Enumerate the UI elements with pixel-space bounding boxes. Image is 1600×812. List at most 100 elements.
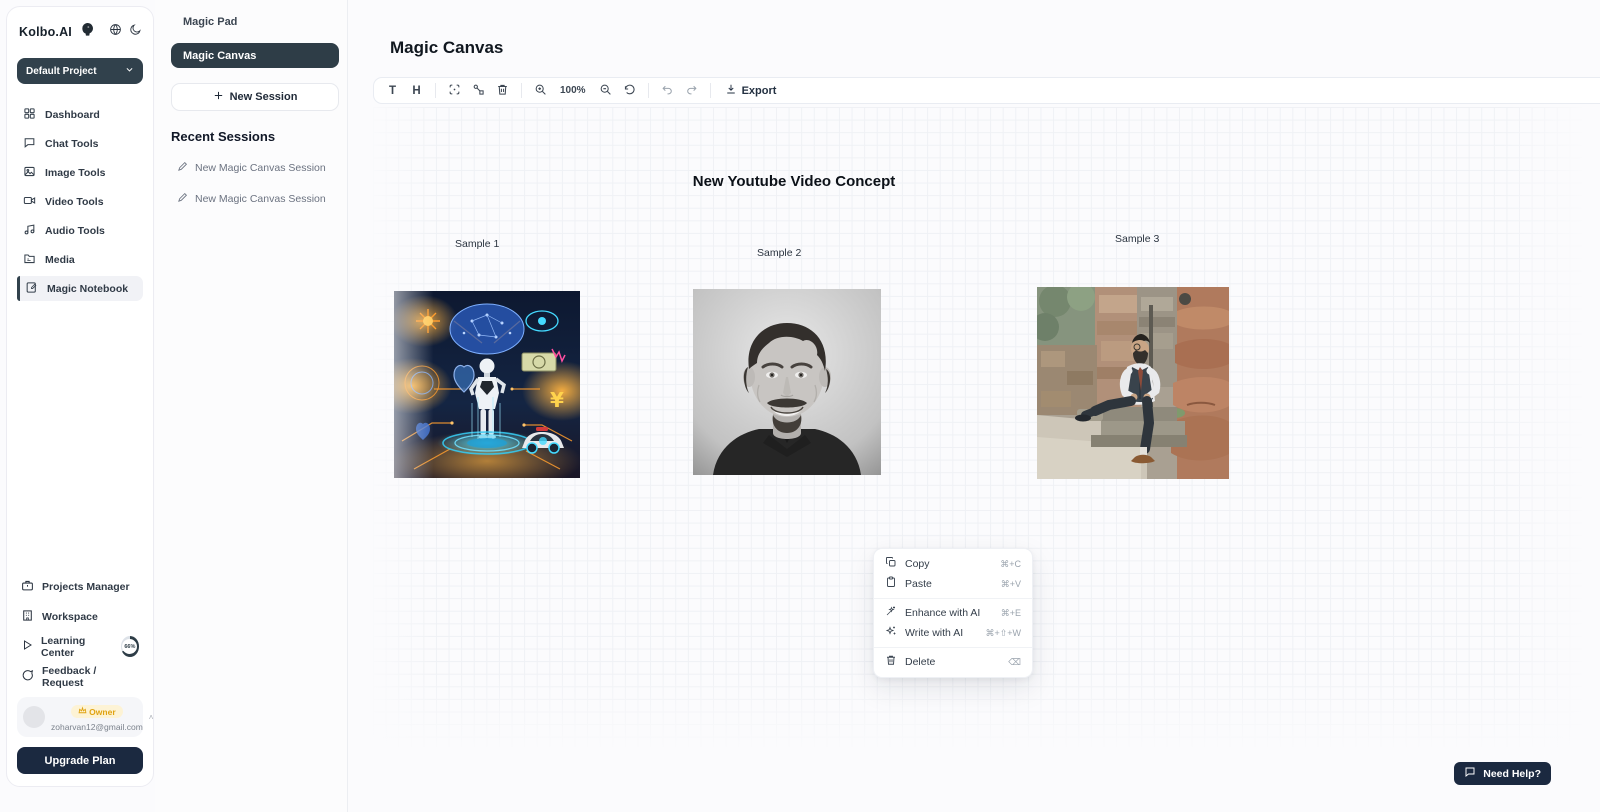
sidebar-item-audio-tools[interactable]: Audio Tools: [17, 218, 143, 243]
sidebar-item-learning-center[interactable]: Learning Center 66%: [17, 636, 143, 657]
footer-item-label: Feedback / Request: [42, 665, 139, 689]
sample-image-1-ai-robot[interactable]: ¥: [394, 291, 580, 478]
session-list-item[interactable]: New Magic Canvas Session: [177, 192, 337, 206]
chat-bubble-icon: [23, 136, 36, 152]
context-menu-item-paste[interactable]: Paste ⌘+V: [874, 574, 1032, 594]
connector-icon: [472, 83, 485, 99]
upgrade-plan-label: Upgrade Plan: [45, 755, 116, 767]
plus-icon: [213, 90, 224, 104]
project-selector-label: Default Project: [26, 66, 97, 77]
sidebar-item-workspace[interactable]: Workspace: [17, 606, 143, 627]
sidebar-item-video-tools[interactable]: Video Tools: [17, 189, 143, 214]
sidebar-item-chat-tools[interactable]: Chat Tools: [17, 131, 143, 156]
sidebar-spacer: [17, 301, 143, 576]
primary-sidebar: Kolbo.AI Default Project Dashboard Chat …: [6, 6, 154, 787]
main-area: Magic Canvas T H 100%: [348, 0, 1600, 812]
media-folder-icon: [23, 252, 36, 268]
user-account-card[interactable]: Owner zoharvan12@gmail.com ˄: [17, 697, 143, 737]
select-area-icon: [448, 83, 461, 99]
magic-pad-label: Magic Pad: [183, 16, 237, 28]
select-area-button[interactable]: [444, 80, 465, 101]
play-icon: [21, 639, 33, 654]
zoom-level-value: 100%: [554, 85, 592, 96]
chevron-down-icon: [125, 65, 134, 77]
owner-badge: Owner: [71, 705, 122, 718]
context-menu-item-copy[interactable]: Copy ⌘+C: [874, 554, 1032, 574]
need-help-button[interactable]: Need Help?: [1454, 762, 1551, 785]
tab-magic-pad[interactable]: Magic Pad: [179, 14, 337, 30]
brain-logo-icon: [79, 21, 95, 42]
sidebar-item-image-tools[interactable]: Image Tools: [17, 160, 143, 185]
zoom-out-button[interactable]: [595, 80, 616, 101]
sidebar-item-label: Dashboard: [45, 109, 100, 121]
sidebar-item-magic-notebook[interactable]: Magic Notebook: [17, 276, 143, 301]
undo-button[interactable]: [657, 80, 678, 101]
footer-item-label: Projects Manager: [42, 581, 130, 593]
zoom-in-icon: [534, 83, 547, 99]
learning-progress-value: 66%: [122, 639, 137, 654]
new-session-button[interactable]: New Session: [171, 83, 339, 111]
brand-row: Kolbo.AI: [17, 21, 143, 42]
notebook-pencil-icon: [25, 281, 38, 297]
export-button[interactable]: Export: [719, 83, 783, 98]
dashboard-grid-icon: [23, 107, 36, 123]
context-menu: Copy ⌘+C Paste ⌘+V Enhance with AI ⌘+E W…: [873, 548, 1033, 678]
context-item-label: Paste: [905, 578, 993, 590]
delete-tool-button[interactable]: [492, 80, 513, 101]
sidebar-nav: Dashboard Chat Tools Image Tools Video T…: [17, 102, 143, 301]
need-help-label: Need Help?: [1483, 768, 1541, 780]
redo-button[interactable]: [681, 80, 702, 101]
recent-sessions-heading: Recent Sessions: [171, 129, 337, 144]
export-label: Export: [742, 85, 777, 97]
tab-magic-canvas[interactable]: Magic Canvas: [171, 43, 339, 68]
download-icon: [725, 83, 737, 98]
reset-view-button[interactable]: [619, 80, 640, 101]
sample-label-1[interactable]: Sample 1: [455, 238, 499, 250]
context-menu-item-write-with-ai[interactable]: Write with AI ⌘+⇧+W: [874, 623, 1032, 643]
video-camera-icon: [23, 194, 36, 210]
sample-image-2-portrait[interactable]: [693, 289, 881, 475]
context-item-label: Write with AI: [905, 627, 977, 639]
sidebar-item-feedback-request[interactable]: Feedback / Request: [17, 666, 143, 687]
user-email: zoharvan12@gmail.com: [51, 722, 143, 732]
context-menu-item-delete[interactable]: Delete ⌫: [874, 652, 1032, 672]
context-item-label: Delete: [905, 656, 1000, 668]
briefcase-icon: [21, 579, 34, 595]
context-item-shortcut: ⌫: [1008, 657, 1021, 668]
sparkles-icon: [885, 624, 897, 642]
sample-label-3[interactable]: Sample 3: [1115, 233, 1159, 245]
magic-canvas-surface[interactable]: New Youtube Video Concept Sample 1 Sampl…: [373, 107, 1582, 747]
feedback-speech-icon: [21, 669, 34, 685]
sample-image-3-man-on-ruins[interactable]: [1037, 287, 1229, 479]
language-globe-icon[interactable]: [109, 23, 122, 41]
pencil-icon: [177, 161, 188, 175]
session-item-label: New Magic Canvas Session: [195, 193, 326, 205]
sidebar-item-dashboard[interactable]: Dashboard: [17, 102, 143, 127]
context-menu-divider: [874, 598, 1032, 599]
project-selector[interactable]: Default Project: [17, 58, 143, 84]
sidebar-item-media[interactable]: Media: [17, 247, 143, 272]
context-item-shortcut: ⌘+C: [1000, 559, 1021, 570]
building-icon: [21, 609, 34, 625]
sidebar-item-projects-manager[interactable]: Projects Manager: [17, 576, 143, 597]
trash-icon: [496, 83, 509, 99]
sidebar-item-label: Media: [45, 254, 75, 266]
text-tool-button[interactable]: T: [382, 80, 403, 101]
heading-tool-glyph: H: [412, 85, 420, 97]
text-tool-glyph: T: [389, 85, 396, 97]
footer-item-label: Learning Center: [41, 635, 111, 659]
heading-tool-button[interactable]: H: [406, 80, 427, 101]
zoom-in-button[interactable]: [530, 80, 551, 101]
owner-badge-label: Owner: [89, 707, 115, 717]
canvas-title-text[interactable]: New Youtube Video Concept: [689, 173, 899, 190]
connector-tool-button[interactable]: [468, 80, 489, 101]
session-item-label: New Magic Canvas Session: [195, 162, 326, 174]
dark-mode-moon-icon[interactable]: [129, 23, 142, 41]
image-icon: [23, 165, 36, 181]
session-list-item[interactable]: New Magic Canvas Session: [177, 161, 337, 175]
user-avatar: [23, 706, 45, 728]
undo-icon: [661, 83, 674, 99]
upgrade-plan-button[interactable]: Upgrade Plan: [17, 747, 143, 774]
sample-label-2[interactable]: Sample 2: [757, 247, 801, 259]
context-menu-item-enhance-with-ai[interactable]: Enhance with AI ⌘+E: [874, 603, 1032, 623]
